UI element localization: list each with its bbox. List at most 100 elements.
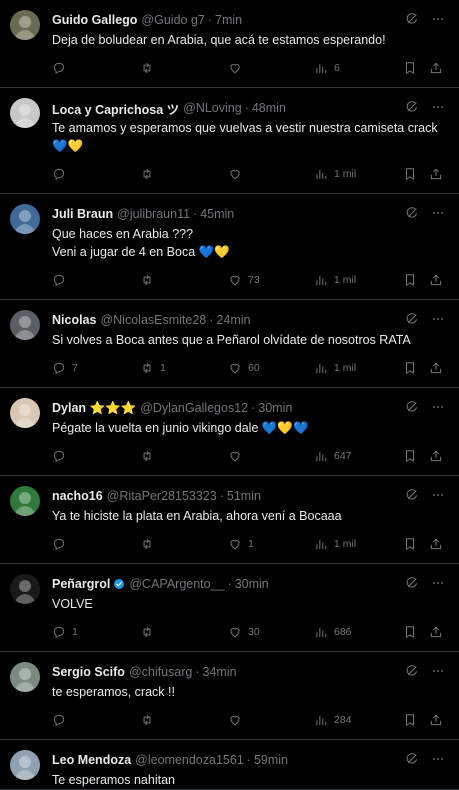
avatar[interactable] bbox=[10, 10, 40, 40]
reply-button[interactable]: 1 bbox=[52, 625, 140, 639]
display-name[interactable]: Dylan ⭐⭐⭐ bbox=[52, 401, 136, 416]
tweet[interactable]: Leo Mendoza @leomendoza1561 · 59min Te esper… bbox=[0, 740, 459, 790]
avatar[interactable] bbox=[10, 574, 40, 604]
grok-icon[interactable] bbox=[405, 576, 419, 595]
timestamp[interactable]: 7min bbox=[215, 13, 242, 27]
tweet[interactable]: Guido Gallego @Guido g7 · 7min Deja de bolud… bbox=[0, 0, 459, 88]
display-name[interactable]: Juli Braun bbox=[52, 207, 113, 221]
reply-button[interactable] bbox=[52, 537, 140, 551]
grok-icon[interactable] bbox=[405, 100, 419, 119]
timestamp[interactable]: 34min bbox=[203, 665, 237, 679]
timestamp[interactable]: 51min bbox=[227, 489, 261, 503]
grok-icon[interactable] bbox=[405, 488, 419, 507]
retweet-button[interactable] bbox=[140, 713, 228, 727]
tweet[interactable]: Peñargrol @CAPArgento__ · 30min VOLVE 1 30 686 bbox=[0, 564, 459, 652]
user-handle[interactable]: @RitaPer28153323 bbox=[107, 489, 217, 503]
reply-button[interactable] bbox=[52, 61, 140, 75]
avatar[interactable] bbox=[10, 204, 40, 234]
avatar[interactable] bbox=[10, 486, 40, 516]
views-button[interactable]: 686 bbox=[314, 625, 392, 639]
like-button[interactable]: 1 bbox=[228, 537, 314, 551]
reply-button[interactable]: 7 bbox=[52, 361, 140, 375]
reply-button[interactable] bbox=[52, 273, 140, 287]
bookmark-icon[interactable] bbox=[403, 61, 417, 75]
views-button[interactable]: 1 mil bbox=[314, 273, 392, 287]
like-button[interactable] bbox=[228, 713, 314, 727]
avatar[interactable] bbox=[10, 662, 40, 692]
like-button[interactable] bbox=[228, 449, 314, 463]
bookmark-icon[interactable] bbox=[403, 537, 417, 551]
share-icon[interactable] bbox=[429, 61, 443, 75]
avatar[interactable] bbox=[10, 750, 40, 780]
views-button[interactable]: 1 mil bbox=[314, 537, 392, 551]
timestamp[interactable]: 45min bbox=[200, 207, 234, 221]
like-button[interactable]: 73 bbox=[228, 273, 314, 287]
more-icon[interactable] bbox=[431, 664, 445, 683]
views-button[interactable]: 1 mil bbox=[314, 167, 392, 181]
timestamp[interactable]: 24min bbox=[216, 313, 250, 327]
timestamp[interactable]: 59min bbox=[254, 753, 288, 767]
user-handle[interactable]: @NicolasEsmite28 bbox=[100, 313, 206, 327]
bookmark-icon[interactable] bbox=[403, 625, 417, 639]
display-name[interactable]: nacho16 bbox=[52, 489, 103, 503]
tweet[interactable]: Juli Braun @julibraun11 · 45min Que haces en… bbox=[0, 194, 459, 300]
retweet-button[interactable] bbox=[140, 167, 228, 181]
more-icon[interactable] bbox=[431, 206, 445, 225]
share-icon[interactable] bbox=[429, 713, 443, 727]
bookmark-icon[interactable] bbox=[403, 273, 417, 287]
user-handle[interactable]: @Guido g7 bbox=[141, 13, 204, 27]
display-name[interactable]: Sergio Scifo bbox=[52, 665, 125, 679]
tweet[interactable]: Loca y Caprichosa ツ @NLoving · 48min Te amam… bbox=[0, 88, 459, 194]
grok-icon[interactable] bbox=[405, 312, 419, 331]
tweet[interactable]: Nicolas @NicolasEsmite28 · 24min Si volves a… bbox=[0, 300, 459, 388]
grok-icon[interactable] bbox=[405, 206, 419, 225]
retweet-button[interactable] bbox=[140, 449, 228, 463]
views-button[interactable]: 284 bbox=[314, 713, 392, 727]
bookmark-icon[interactable] bbox=[403, 361, 417, 375]
share-icon[interactable] bbox=[429, 625, 443, 639]
more-icon[interactable] bbox=[431, 400, 445, 419]
more-icon[interactable] bbox=[431, 12, 445, 31]
display-name[interactable]: Guido Gallego bbox=[52, 13, 137, 27]
share-icon[interactable] bbox=[429, 361, 443, 375]
user-handle[interactable]: @DylanGallegos12 bbox=[140, 401, 248, 415]
grok-icon[interactable] bbox=[405, 12, 419, 31]
share-icon[interactable] bbox=[429, 167, 443, 181]
like-button[interactable] bbox=[228, 167, 314, 181]
avatar[interactable] bbox=[10, 398, 40, 428]
timestamp[interactable]: 48min bbox=[252, 101, 286, 115]
share-icon[interactable] bbox=[429, 537, 443, 551]
more-icon[interactable] bbox=[431, 576, 445, 595]
more-icon[interactable] bbox=[431, 100, 445, 119]
grok-icon[interactable] bbox=[405, 400, 419, 419]
retweet-button[interactable] bbox=[140, 537, 228, 551]
avatar[interactable] bbox=[10, 310, 40, 340]
bookmark-icon[interactable] bbox=[403, 713, 417, 727]
views-button[interactable]: 647 bbox=[314, 449, 392, 463]
grok-icon[interactable] bbox=[405, 664, 419, 683]
display-name[interactable]: Loca y Caprichosa ツ bbox=[52, 99, 179, 118]
bookmark-icon[interactable] bbox=[403, 449, 417, 463]
avatar[interactable] bbox=[10, 98, 40, 128]
timestamp[interactable]: 30min bbox=[258, 401, 292, 415]
display-name[interactable]: Nicolas bbox=[52, 313, 96, 327]
retweet-button[interactable] bbox=[140, 61, 228, 75]
display-name[interactable]: Leo Mendoza bbox=[52, 753, 131, 767]
tweet[interactable]: Sergio Scifo @chifusarg · 34min te esperamos… bbox=[0, 652, 459, 740]
like-button[interactable] bbox=[228, 61, 314, 75]
user-handle[interactable]: @NLoving bbox=[183, 101, 242, 115]
user-handle[interactable]: @CAPArgento__ bbox=[129, 577, 224, 591]
share-icon[interactable] bbox=[429, 273, 443, 287]
display-name[interactable]: Peñargrol bbox=[52, 577, 110, 591]
like-button[interactable]: 30 bbox=[228, 625, 314, 639]
share-icon[interactable] bbox=[429, 449, 443, 463]
retweet-button[interactable] bbox=[140, 625, 228, 639]
user-handle[interactable]: @julibraun11 bbox=[117, 207, 190, 221]
views-button[interactable]: 1 mil bbox=[314, 361, 392, 375]
tweet[interactable]: Dylan ⭐⭐⭐ @DylanGallegos12 · 30min Pégate la… bbox=[0, 388, 459, 476]
more-icon[interactable] bbox=[431, 312, 445, 331]
retweet-button[interactable] bbox=[140, 273, 228, 287]
tweet[interactable]: nacho16 @RitaPer28153323 · 51min Ya te hicis… bbox=[0, 476, 459, 564]
reply-button[interactable] bbox=[52, 167, 140, 181]
timestamp[interactable]: 30min bbox=[235, 577, 269, 591]
